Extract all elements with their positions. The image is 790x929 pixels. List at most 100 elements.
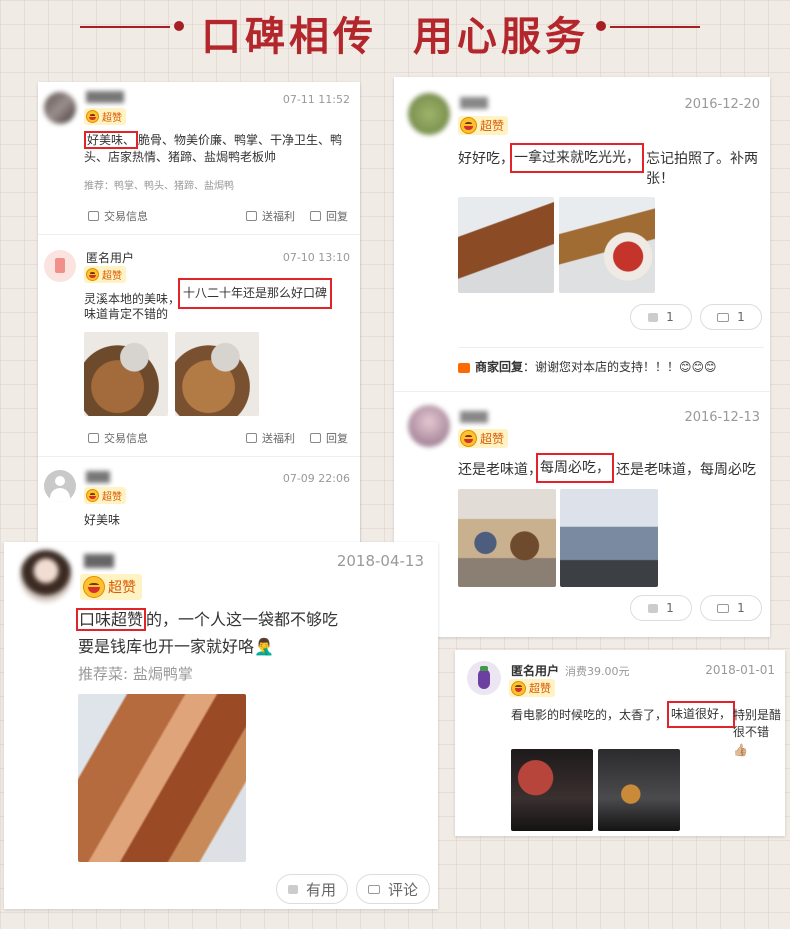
document-icon — [88, 433, 99, 443]
smile-icon — [86, 489, 99, 502]
user-name-blurred — [460, 97, 488, 109]
smile-icon — [83, 576, 105, 598]
review-card-bottom-left: 2018-04-13 超赞 口味超赞 的，一个人这一袋都不够吃 要是钱库也开一家就… — [4, 542, 438, 909]
food-photo[interactable] — [458, 197, 554, 293]
review-text-cont: 还是老味道，每周必吃 — [616, 462, 756, 478]
user-name: 匿名用户 — [511, 664, 560, 678]
user-avatar[interactable] — [44, 470, 76, 502]
comment-icon — [717, 312, 730, 322]
super-badge: 超赞 — [80, 574, 142, 600]
person-icon — [55, 476, 65, 486]
divider — [458, 347, 764, 348]
user-name-blurred — [86, 91, 124, 103]
merchant-reply-icon — [458, 362, 470, 373]
banner-title: 口碑相传 用心服务 — [201, 13, 589, 60]
cinema-photo[interactable] — [511, 749, 593, 831]
thumbs-up-icon — [648, 312, 659, 322]
header-banner: 口碑相传 用心服务 — [0, 0, 790, 70]
user-avatar[interactable] — [408, 405, 450, 447]
user-avatar[interactable] — [44, 92, 76, 124]
smile-icon — [460, 430, 477, 447]
review-date: 07-09 22:06 — [282, 472, 350, 485]
spend-text: 消费39.00元 — [565, 665, 630, 678]
thumbs-up-icon — [287, 884, 298, 894]
highlight-box: 味道很好， — [667, 701, 736, 729]
super-badge: 超赞 — [458, 429, 509, 448]
recommend-text: 推荐：鸭掌、鸭头、猪蹄、盐焗鸭 — [84, 181, 234, 192]
banner-dot-right — [596, 21, 606, 31]
review-text: 还是老味道， — [458, 462, 542, 478]
super-badge: 超赞 — [84, 487, 126, 504]
useful-button[interactable]: 有用 — [276, 874, 348, 904]
review-card-left: 07-11 11:52 超赞 好美味、 脆骨、物美价廉、鸭掌、干净卫生、鸭头、店家… — [38, 82, 360, 552]
highlight-box: 一拿过来就吃光光， — [510, 143, 644, 174]
comment-icon — [717, 603, 730, 613]
review-text: 好美味、 脆骨、物美价廉、鸭掌、干净卫生、鸭头、店家热情、猪蹄、盐焗鸭老板帅 — [84, 131, 343, 165]
review-text-cont: 特别是醋很不错👍🏼 — [733, 708, 782, 757]
food-photo[interactable] — [78, 694, 246, 862]
super-badge: 超赞 — [458, 116, 509, 135]
review-text: 好好吃， — [458, 151, 514, 167]
reply-button[interactable]: 回复 — [310, 430, 348, 446]
user-name: 匿名用户 — [86, 251, 135, 265]
like-button[interactable]: 1 — [630, 595, 692, 621]
comment-icon — [367, 884, 380, 894]
smile-icon — [460, 117, 477, 134]
review-date: 2018-04-13 — [336, 552, 424, 570]
review-date: 2016-12-20 — [684, 97, 760, 112]
highlight-box: 好美味、 — [84, 131, 139, 149]
trade-info-button[interactable]: 交易信息 — [88, 208, 148, 224]
review-text-cont: 味道肯定不错的 — [84, 307, 169, 321]
user-avatar[interactable] — [44, 250, 76, 282]
smile-icon — [511, 680, 526, 696]
smile-icon — [86, 268, 99, 281]
gift-button[interactable]: 送福利 — [246, 430, 295, 446]
review-date: 2016-12-13 — [684, 410, 760, 425]
review-date: 2018-01-01 — [705, 663, 775, 677]
gift-icon — [246, 433, 257, 443]
like-button[interactable]: 1 — [630, 304, 692, 330]
eggplant-icon — [478, 669, 490, 689]
divider — [38, 456, 360, 457]
document-icon — [88, 211, 99, 221]
super-badge: 超赞 — [509, 679, 555, 697]
reply-button[interactable]: 回复 — [310, 208, 348, 224]
merchant-reply: 商家回复：谢谢您对本店的支持！！！😊😊😊 — [458, 359, 717, 376]
thumbs-up-icon — [648, 603, 659, 613]
review-card-right: 2016-12-20 超赞 好好吃， 一拿过来就吃光光， 忘记拍照了。补两张！ … — [394, 77, 770, 637]
review-card-bottom-right: 匿名用户 消费39.00元 2018-01-01 超赞 看电影的时候吃的，太香了… — [455, 650, 785, 836]
smile-icon — [86, 110, 99, 123]
recommend-text: 推荐菜: 盐焗鸭掌 — [78, 665, 193, 683]
comment-icon — [310, 433, 321, 443]
gift-button[interactable]: 送福利 — [246, 208, 295, 224]
food-photo[interactable] — [84, 332, 168, 416]
user-name-blurred — [86, 471, 110, 483]
cinema-photo[interactable] — [598, 749, 680, 831]
comment-icon — [310, 211, 321, 221]
food-photo[interactable] — [458, 489, 556, 587]
shop-photo[interactable] — [560, 489, 658, 587]
cup-icon — [55, 258, 65, 273]
divider — [38, 234, 360, 235]
comment-button[interactable]: 1 — [700, 304, 762, 330]
food-photo[interactable] — [559, 197, 655, 293]
user-name-blurred — [460, 411, 488, 423]
review-text-line2: 要是钱库也开一家就好咯🤦‍♂️ — [78, 637, 274, 656]
super-badge: 超赞 — [84, 266, 126, 283]
highlight-box: 十八二十年还是那么好口碑 — [178, 278, 333, 310]
review-text-cont: 忘记拍照了。补两张！ — [646, 151, 758, 188]
review-date: 07-11 11:52 — [282, 93, 350, 106]
user-avatar[interactable] — [408, 93, 450, 135]
trade-info-button[interactable]: 交易信息 — [88, 430, 148, 446]
review-text: 口味超赞 的，一个人这一袋都不够吃 — [76, 608, 338, 631]
divider — [394, 391, 770, 392]
review-text: 看电影的时候吃的，太香了， — [511, 708, 668, 722]
user-avatar[interactable] — [467, 661, 501, 695]
banner-line-right — [610, 26, 700, 28]
comment-button[interactable]: 1 — [700, 595, 762, 621]
review-date: 07-10 13:10 — [282, 251, 350, 264]
comment-button[interactable]: 评论 — [356, 874, 430, 904]
food-photo[interactable] — [175, 332, 259, 416]
user-avatar[interactable] — [20, 550, 72, 602]
super-badge: 超赞 — [84, 108, 126, 125]
